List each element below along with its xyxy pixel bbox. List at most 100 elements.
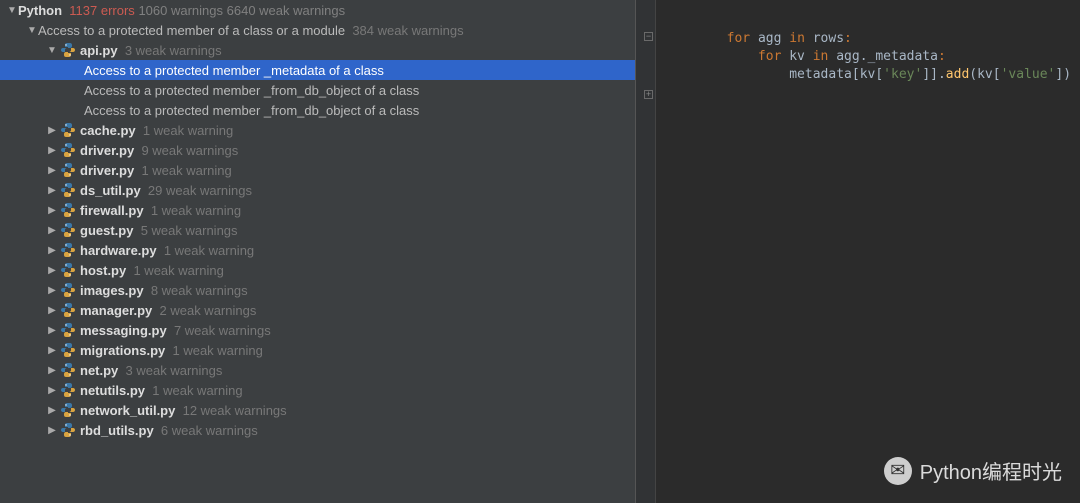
file-name: net.py bbox=[80, 363, 118, 378]
python-file-icon bbox=[60, 162, 76, 178]
file-node[interactable]: messaging.py 7 weak warnings bbox=[0, 320, 635, 340]
file-node[interactable]: images.py 8 weak warnings bbox=[0, 280, 635, 300]
chevron-right-icon[interactable] bbox=[46, 205, 58, 216]
file-name: netutils.py bbox=[80, 383, 145, 398]
chevron-down-icon[interactable] bbox=[46, 45, 58, 56]
file-name: migrations.py bbox=[80, 343, 165, 358]
file-node-api[interactable]: api.py 3 weak warnings bbox=[0, 40, 635, 60]
warning-count: 1060 warnings bbox=[138, 3, 223, 18]
group-count: 384 weak warnings bbox=[352, 23, 463, 38]
file-node[interactable]: net.py 3 weak warnings bbox=[0, 360, 635, 380]
fold-marker-icon[interactable]: + bbox=[644, 90, 653, 99]
file-name: cache.py bbox=[80, 123, 136, 138]
file-node[interactable]: rbd_utils.py 6 weak warnings bbox=[0, 420, 635, 440]
file-name: firewall.py bbox=[80, 203, 144, 218]
python-file-icon bbox=[60, 322, 76, 338]
code-block: for agg in rows: for kv in agg._metadata… bbox=[636, 0, 1080, 84]
file-node[interactable]: hardware.py 1 weak warning bbox=[0, 240, 635, 260]
chevron-right-icon[interactable] bbox=[46, 305, 58, 316]
python-file-icon bbox=[60, 402, 76, 418]
file-count: 1 weak warning bbox=[133, 263, 223, 278]
python-file-icon bbox=[60, 182, 76, 198]
chevron-right-icon[interactable] bbox=[46, 145, 58, 156]
root-title: Python bbox=[18, 3, 62, 18]
group-label: Access to a protected member of a class … bbox=[38, 23, 345, 38]
file-node[interactable]: manager.py 2 weak warnings bbox=[0, 300, 635, 320]
file-node[interactable]: network_util.py 12 weak warnings bbox=[0, 400, 635, 420]
chevron-right-icon[interactable] bbox=[46, 165, 58, 176]
file-count: 5 weak warnings bbox=[141, 223, 238, 238]
file-name: guest.py bbox=[80, 223, 133, 238]
file-node[interactable]: migrations.py 1 weak warning bbox=[0, 340, 635, 360]
issue-text: Access to a protected member _metadata o… bbox=[84, 63, 384, 78]
inspection-group[interactable]: Access to a protected member of a class … bbox=[0, 20, 635, 40]
chevron-right-icon[interactable] bbox=[46, 265, 58, 276]
watermark-text: Python编程时光 bbox=[920, 456, 1062, 485]
file-count: 1 weak warning bbox=[151, 203, 241, 218]
chevron-right-icon[interactable] bbox=[46, 325, 58, 336]
editor-gutter: − + bbox=[636, 0, 656, 503]
file-name: driver.py bbox=[80, 143, 134, 158]
file-node[interactable]: driver.py 1 weak warning bbox=[0, 160, 635, 180]
file-count: 1 weak warning bbox=[172, 343, 262, 358]
file-count: 8 weak warnings bbox=[151, 283, 248, 298]
file-count: 2 weak warnings bbox=[160, 303, 257, 318]
chevron-right-icon[interactable] bbox=[46, 405, 58, 416]
file-count: 1 weak warning bbox=[152, 383, 242, 398]
file-count: 3 weak warnings bbox=[125, 43, 222, 58]
inspection-root[interactable]: Python 1137 errors 1060 warnings 6640 we… bbox=[0, 0, 635, 20]
chevron-right-icon[interactable] bbox=[46, 365, 58, 376]
chevron-right-icon[interactable] bbox=[46, 245, 58, 256]
python-file-icon bbox=[60, 222, 76, 238]
file-name: rbd_utils.py bbox=[80, 423, 154, 438]
python-file-icon bbox=[60, 342, 76, 358]
issue-item[interactable]: Access to a protected member _metadata o… bbox=[0, 60, 635, 80]
file-node[interactable]: driver.py 9 weak warnings bbox=[0, 140, 635, 160]
chevron-right-icon[interactable] bbox=[46, 385, 58, 396]
watermark: ✉ Python编程时光 bbox=[884, 456, 1062, 485]
issue-item[interactable]: Access to a protected member _from_db_ob… bbox=[0, 100, 635, 120]
file-node[interactable]: host.py 1 weak warning bbox=[0, 260, 635, 280]
chevron-right-icon[interactable] bbox=[46, 225, 58, 236]
python-file-icon bbox=[60, 302, 76, 318]
error-count: 1137 errors bbox=[69, 3, 135, 18]
file-node[interactable]: firewall.py 1 weak warning bbox=[0, 200, 635, 220]
file-count: 3 weak warnings bbox=[126, 363, 223, 378]
file-count: 12 weak warnings bbox=[183, 403, 287, 418]
chevron-right-icon[interactable] bbox=[46, 285, 58, 296]
chevron-down-icon[interactable] bbox=[6, 5, 18, 16]
chevron-right-icon[interactable] bbox=[46, 345, 58, 356]
file-name: network_util.py bbox=[80, 403, 175, 418]
chevron-right-icon[interactable] bbox=[46, 425, 58, 436]
file-node[interactable]: ds_util.py 29 weak warnings bbox=[0, 180, 635, 200]
issue-text: Access to a protected member _from_db_ob… bbox=[84, 83, 419, 98]
file-node[interactable]: cache.py 1 weak warning bbox=[0, 120, 635, 140]
weak-warning-count: 6640 weak warnings bbox=[227, 3, 346, 18]
file-name: manager.py bbox=[80, 303, 152, 318]
python-file-icon bbox=[60, 142, 76, 158]
issue-item[interactable]: Access to a protected member _from_db_ob… bbox=[0, 80, 635, 100]
chevron-down-icon[interactable] bbox=[26, 25, 38, 36]
file-name: hardware.py bbox=[80, 243, 157, 258]
python-file-icon bbox=[60, 122, 76, 138]
python-file-icon bbox=[60, 202, 76, 218]
file-count: 6 weak warnings bbox=[161, 423, 258, 438]
file-count: 1 weak warning bbox=[164, 243, 254, 258]
chevron-right-icon[interactable] bbox=[46, 125, 58, 136]
python-file-icon bbox=[60, 262, 76, 278]
wechat-icon: ✉ bbox=[884, 457, 912, 485]
python-file-icon bbox=[60, 42, 76, 58]
file-node[interactable]: netutils.py 1 weak warning bbox=[0, 380, 635, 400]
chevron-right-icon[interactable] bbox=[46, 185, 58, 196]
file-name: ds_util.py bbox=[80, 183, 141, 198]
inspection-tree[interactable]: Python 1137 errors 1060 warnings 6640 we… bbox=[0, 0, 636, 503]
file-count: 9 weak warnings bbox=[141, 143, 238, 158]
file-name: messaging.py bbox=[80, 323, 167, 338]
fold-marker-icon[interactable]: − bbox=[644, 32, 653, 41]
python-file-icon bbox=[60, 362, 76, 378]
file-node[interactable]: guest.py 5 weak warnings bbox=[0, 220, 635, 240]
file-count: 7 weak warnings bbox=[174, 323, 271, 338]
python-file-icon bbox=[60, 382, 76, 398]
file-count: 29 weak warnings bbox=[148, 183, 252, 198]
file-count: 1 weak warning bbox=[141, 163, 231, 178]
